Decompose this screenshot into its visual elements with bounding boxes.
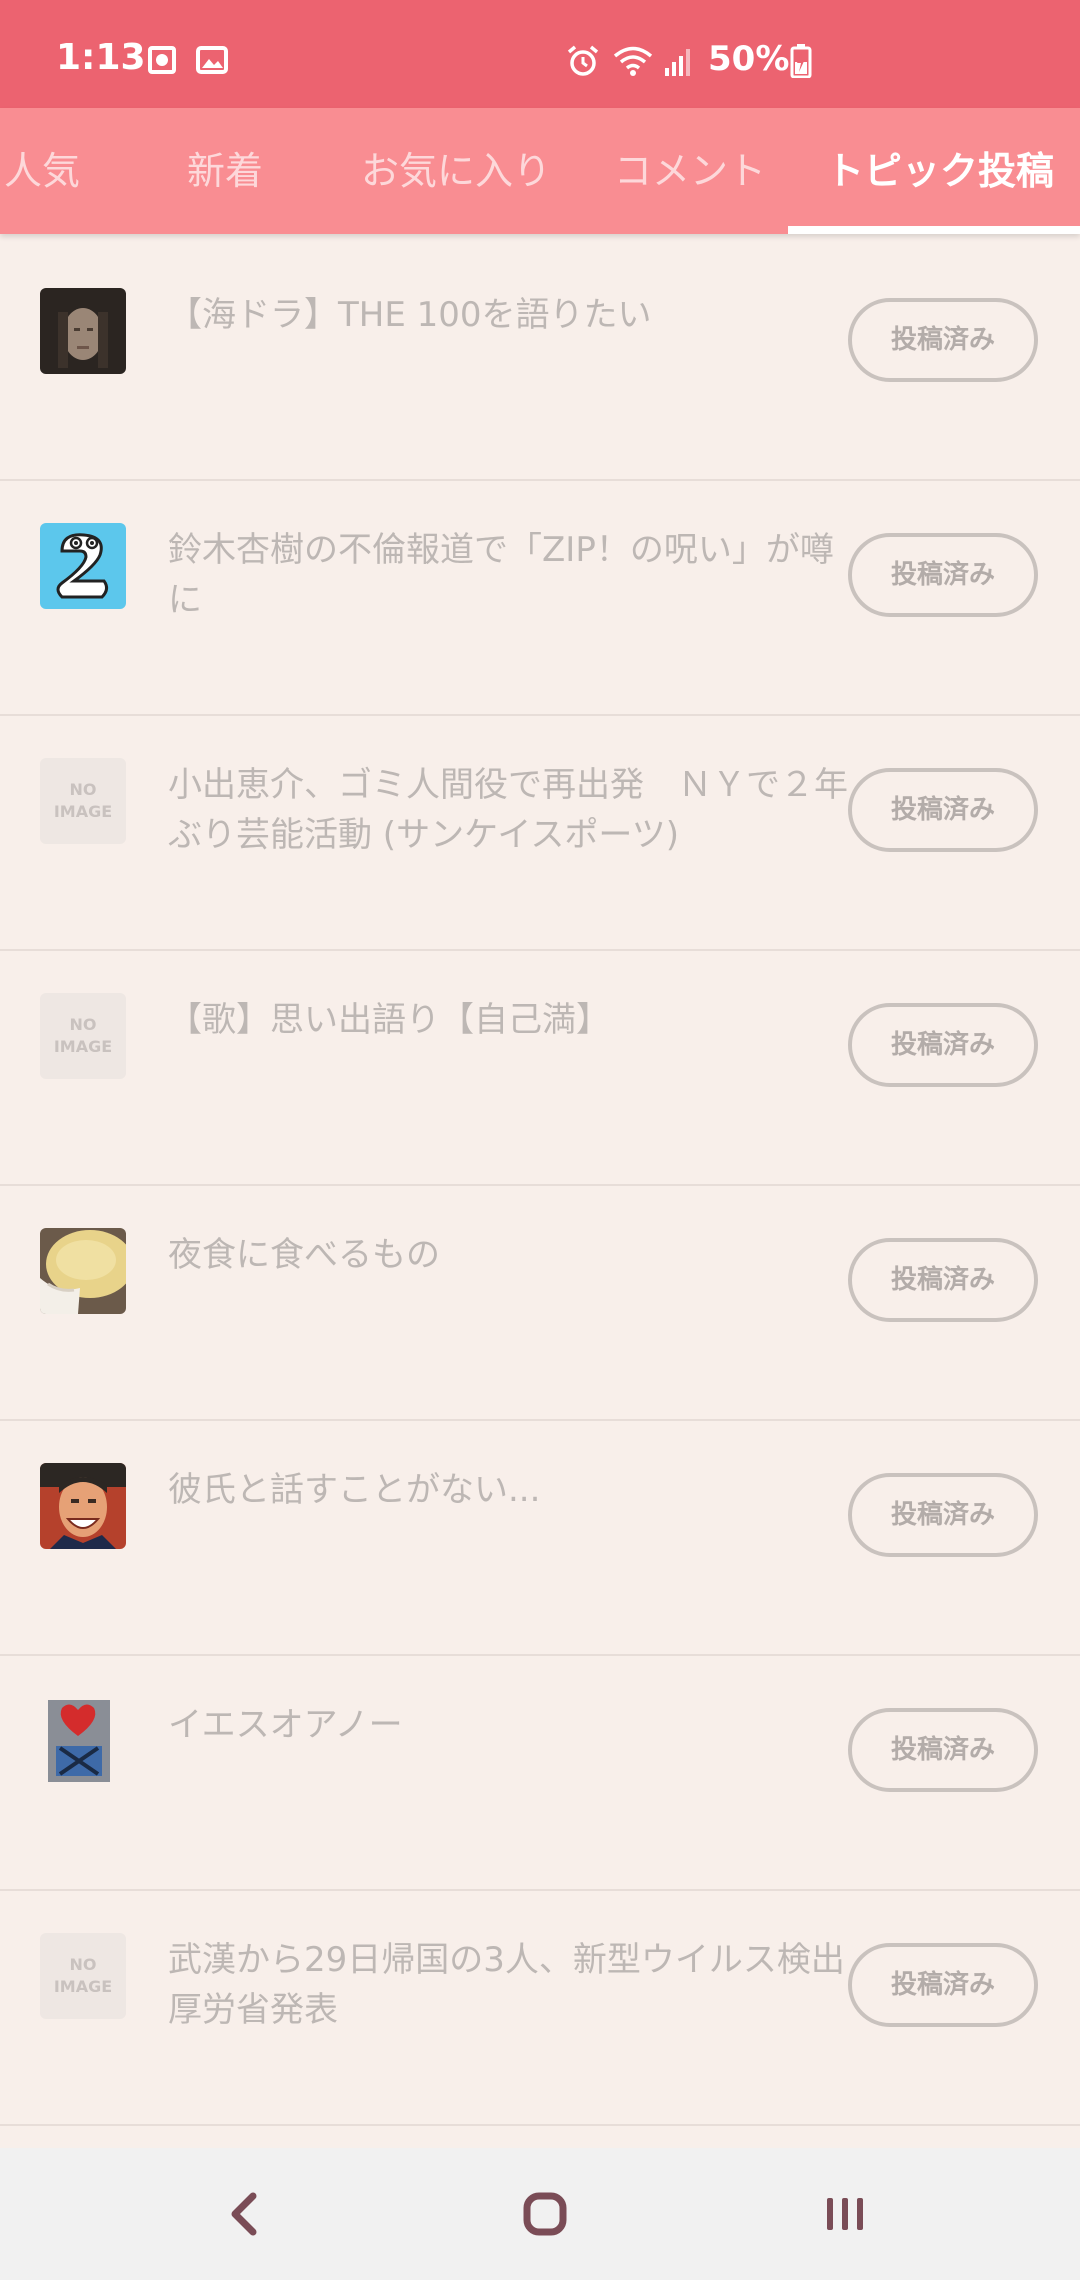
gallery-icon bbox=[196, 46, 228, 74]
tab-new[interactable]: 新着 bbox=[150, 108, 300, 234]
topic-item[interactable]: 鈴木杏樹の不倫報道で「ZIP！の呪い」が噂に 投稿済み bbox=[0, 481, 1080, 716]
topic-title[interactable]: 【歌】思い出語り【自己満】 bbox=[168, 995, 848, 1045]
tab-popular[interactable]: 人気 bbox=[0, 108, 92, 234]
no-image-placeholder: NO IMAGE bbox=[40, 758, 126, 844]
topic-item[interactable]: NO IMAGE 小出恵介、ゴミ人間役で再出発 ＮＹで２年ぶり芸能活動 (サンケ… bbox=[0, 716, 1080, 951]
signal-icon bbox=[665, 49, 690, 76]
topic-thumbnail: NO IMAGE bbox=[40, 993, 126, 1079]
topic-thumbnail bbox=[40, 523, 126, 609]
food-photo-image bbox=[40, 1228, 126, 1314]
zip-logo-image bbox=[40, 523, 126, 609]
wifi-icon bbox=[613, 46, 653, 76]
posted-badge[interactable]: 投稿済み bbox=[848, 1473, 1038, 1557]
portrait-photo-image bbox=[40, 288, 126, 374]
status-bar: 1:13 50% bbox=[0, 0, 1080, 108]
topic-thumbnail bbox=[40, 288, 126, 374]
topic-title[interactable]: 武漢から29日帰国の3人、新型ウイルス検出 厚労省発表 bbox=[168, 1935, 848, 2035]
posted-badge[interactable]: 投稿済み bbox=[848, 298, 1038, 382]
topic-thumbnail bbox=[40, 1228, 126, 1314]
topic-title[interactable]: 夜食に食べるもの bbox=[168, 1230, 848, 1280]
topic-title[interactable]: 【海ドラ】THE 100を語りたい bbox=[168, 290, 848, 340]
topic-title[interactable]: イエスオアノー bbox=[168, 1700, 848, 1750]
battery-percentage: 50% bbox=[708, 39, 790, 79]
topic-title[interactable]: 彼氏と話すことがない... bbox=[168, 1465, 848, 1515]
topic-item[interactable]: 彼氏と話すことがない... 投稿済み bbox=[0, 1421, 1080, 1656]
tab-comments[interactable]: コメント bbox=[590, 108, 790, 234]
topic-item[interactable]: 夜食に食べるもの 投稿済み bbox=[0, 1186, 1080, 1421]
tab-bar: 人気 新着 お気に入り コメント トピック投稿 bbox=[0, 108, 1080, 234]
recents-icon bbox=[827, 2198, 863, 2230]
topic-title[interactable]: 小出恵介、ゴミ人間役で再出発 ＮＹで２年ぶり芸能活動 (サンケイスポーツ) bbox=[168, 760, 848, 860]
posted-badge[interactable]: 投稿済み bbox=[848, 768, 1038, 852]
topic-item[interactable]: 【海ドラ】THE 100を語りたい 投稿済み bbox=[0, 246, 1080, 481]
no-image-placeholder: NO IMAGE bbox=[40, 1933, 126, 2019]
home-button[interactable] bbox=[465, 2148, 625, 2280]
battery-charging-icon bbox=[790, 44, 812, 78]
topic-list: 【海ドラ】THE 100を語りたい 投稿済み 鈴木杏樹の不倫報道で「ZIP！の呪… bbox=[0, 246, 1080, 2126]
topic-thumbnail bbox=[40, 1463, 126, 1549]
topic-title[interactable]: 鈴木杏樹の不倫報道で「ZIP！の呪い」が噂に bbox=[168, 525, 848, 625]
back-icon bbox=[231, 2192, 257, 2236]
active-tab-indicator bbox=[788, 226, 1080, 234]
topic-thumbnail: NO IMAGE bbox=[40, 1933, 126, 2019]
status-time: 1:13 bbox=[56, 37, 146, 78]
recents-button[interactable] bbox=[765, 2148, 925, 2280]
back-button[interactable] bbox=[165, 2148, 325, 2280]
posted-badge[interactable]: 投稿済み bbox=[848, 1238, 1038, 1322]
home-icon bbox=[523, 2192, 567, 2236]
posted-badge[interactable]: 投稿済み bbox=[848, 1708, 1038, 1792]
posted-badge[interactable]: 投稿済み bbox=[848, 533, 1038, 617]
posted-badge[interactable]: 投稿済み bbox=[848, 1003, 1038, 1087]
yes-no-image bbox=[40, 1698, 126, 1784]
smiling-man-photo-image bbox=[40, 1463, 126, 1549]
topic-item[interactable]: NO IMAGE 【歌】思い出語り【自己満】 投稿済み bbox=[0, 951, 1080, 1186]
navigation-bar bbox=[0, 2148, 1080, 2280]
topic-item[interactable]: イエスオアノー 投稿済み bbox=[0, 1656, 1080, 1891]
topic-thumbnail: NO IMAGE bbox=[40, 758, 126, 844]
topic-item[interactable]: NO IMAGE 武漢から29日帰国の3人、新型ウイルス検出 厚労省発表 投稿済… bbox=[0, 1891, 1080, 2126]
topic-thumbnail bbox=[40, 1698, 126, 1784]
tab-favorites[interactable]: お気に入り bbox=[336, 108, 576, 234]
tab-topic-posts[interactable]: トピック投稿 bbox=[800, 108, 1080, 234]
photo-icon bbox=[148, 46, 176, 74]
alarm-icon bbox=[567, 45, 599, 76]
no-image-placeholder: NO IMAGE bbox=[40, 993, 126, 1079]
posted-badge[interactable]: 投稿済み bbox=[848, 1943, 1038, 2027]
